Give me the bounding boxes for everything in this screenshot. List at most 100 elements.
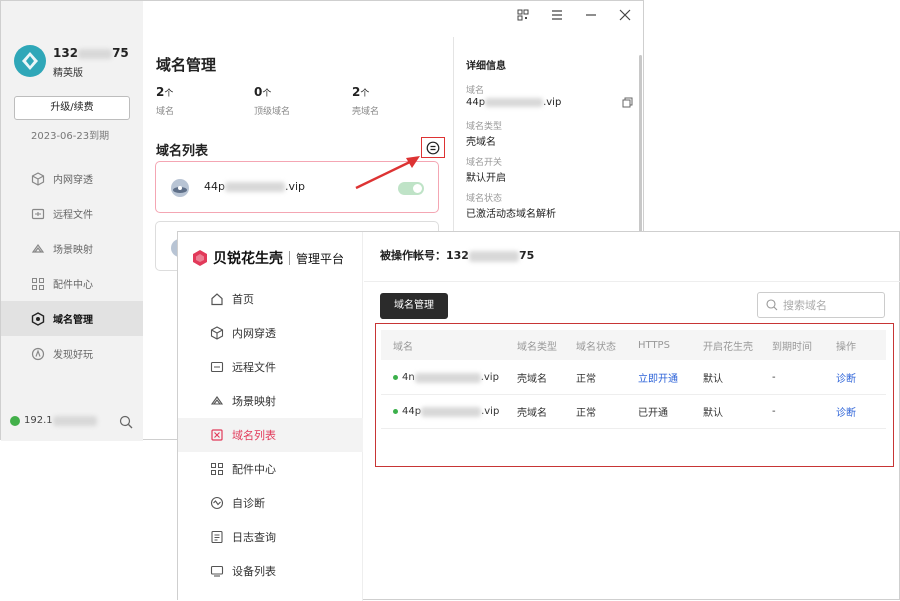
copy-icon[interactable]: [622, 97, 633, 108]
folder-icon: [31, 208, 45, 219]
row-domain: 4n .vip: [393, 361, 499, 394]
web-nav-item-tunnel[interactable]: 内网穿透: [178, 316, 363, 350]
web-nav-item-devices[interactable]: 设备列表: [178, 554, 363, 588]
qr-code-icon[interactable]: [515, 7, 531, 23]
web-nav-label: 场景映射: [232, 395, 276, 408]
minimize-icon[interactable]: [583, 7, 599, 23]
https-enable-link[interactable]: 立即开通: [638, 361, 678, 394]
web-nav-item-diagnose[interactable]: 自诊断: [178, 486, 363, 520]
brand-logo-icon: [193, 250, 207, 266]
diagnose-link[interactable]: 诊断: [836, 361, 856, 394]
col-type: 域名类型: [517, 341, 557, 353]
panel-divider: [453, 37, 454, 237]
web-nav-item-scene[interactable]: 场景映射: [178, 384, 363, 418]
client-nav-item-domain[interactable]: 域名管理: [1, 301, 143, 336]
client-nav-item-files[interactable]: 远程文件: [1, 196, 143, 231]
upgrade-button[interactable]: 升级/续费: [14, 96, 130, 120]
domain-list-title: 域名列表: [156, 144, 209, 159]
scrollbar[interactable]: [639, 55, 642, 235]
brand: 贝锐花生壳 管理平台: [192, 248, 344, 268]
detail-label: 域名类型: [466, 122, 503, 132]
col-action: 操作: [836, 341, 856, 353]
web-nav-label: 首页: [232, 293, 254, 306]
detail-value: 默认开启: [466, 173, 506, 184]
expire-date: 2023-06-23到期: [31, 131, 110, 142]
client-nav-label: 内网穿透: [53, 175, 93, 186]
online-dot: [10, 415, 20, 426]
col-status: 域名状态: [576, 341, 616, 353]
client-nav: 内网穿透 远程文件 场景映射 配件中心 域名管理 发现好玩: [1, 161, 143, 371]
ip-status: 192.1: [10, 415, 97, 426]
ip-prefix: 192.1: [24, 415, 53, 426]
diagnose-icon: [210, 496, 224, 510]
grid-icon: [211, 463, 223, 475]
web-nav-item-domain-list[interactable]: 域名列表: [178, 418, 363, 452]
web-admin-window: 贝锐花生壳 管理平台 首页 内网穿透 远程文件 场景映射 域名列表 配件中心 自…: [177, 231, 900, 601]
col-https: HTTPS: [638, 339, 670, 351]
globe-icon: [31, 171, 45, 186]
folder-icon: [210, 361, 224, 373]
diagnose-link[interactable]: 诊断: [836, 395, 856, 428]
row-expire: -: [772, 406, 776, 417]
log-icon: [211, 530, 223, 544]
web-nav-item-logs[interactable]: 日志查询: [178, 520, 363, 554]
row-domain: 44p .vip: [393, 395, 499, 428]
edition-label: 精英版: [53, 68, 83, 79]
stat-label: 域名: [156, 107, 175, 117]
user-phone: 132 75: [53, 46, 129, 60]
web-nav-item-accessories[interactable]: 配件中心: [178, 452, 363, 486]
web-nav-item-files[interactable]: 远程文件: [178, 350, 363, 384]
home-icon: [211, 293, 223, 306]
table-row: 44p .vip 壳域名 正常 已开通 默认 - 诊断: [381, 395, 886, 429]
menu-icon[interactable]: [549, 7, 565, 23]
web-nav-label: 远程文件: [232, 361, 276, 374]
web-nav: 首页 内网穿透 远程文件 场景映射 域名列表 配件中心 自诊断 日志查询 设备列…: [178, 282, 363, 588]
client-nav-item-discover[interactable]: 发现好玩: [1, 336, 143, 371]
client-nav-item-accessories[interactable]: 配件中心: [1, 266, 143, 301]
detail-label: 域名: [466, 86, 485, 96]
web-nav-item-home[interactable]: 首页: [178, 282, 363, 316]
web-nav-label: 配件中心: [232, 463, 276, 476]
col-expire: 到期时间: [772, 341, 812, 353]
table-row: 4n .vip 壳域名 正常 立即开通 默认 - 诊断: [381, 361, 886, 395]
header-divider: [364, 281, 900, 282]
status-dot: [393, 409, 398, 414]
web-nav-label: 自诊断: [232, 497, 265, 510]
web-nav-label: 日志查询: [232, 531, 276, 544]
search-input[interactable]: 搜索域名: [757, 292, 885, 318]
client-sidebar: 132 75 精英版 升级/续费 2023-06-23到期 内网穿透 远程文件 场…: [1, 1, 143, 441]
row-expire: -: [772, 372, 776, 383]
client-nav-label: 域名管理: [53, 315, 93, 326]
row-status: 正常: [576, 408, 596, 419]
discover-icon: [31, 347, 45, 360]
app-logo: [14, 45, 46, 77]
ip-search-icon[interactable]: [119, 415, 133, 429]
domain-name: 44p .vip: [204, 180, 306, 193]
detail-title: 详细信息: [466, 61, 506, 72]
row-type: 壳域名: [517, 374, 547, 385]
stat-shell-domains: 2个: [352, 85, 370, 99]
domain-disc-icon: [171, 179, 189, 197]
web-sidebar: 贝锐花生壳 管理平台 首页 内网穿透 远程文件 场景映射 域名列表 配件中心 自…: [178, 232, 363, 601]
search-placeholder: 搜索域名: [783, 299, 827, 312]
web-nav-label: 设备列表: [232, 565, 276, 578]
client-nav-label: 远程文件: [53, 210, 93, 221]
row-type: 壳域名: [517, 408, 547, 419]
detail-value: 壳域名: [466, 137, 496, 148]
col-domain: 域名: [393, 341, 413, 353]
web-nav-label: 内网穿透: [232, 327, 276, 340]
page-title: 域名管理: [156, 56, 217, 74]
domain-manage-tab-button[interactable]: 域名管理: [380, 293, 448, 319]
stat-label: 壳域名: [352, 107, 380, 117]
client-nav-item-scene[interactable]: 场景映射: [1, 231, 143, 266]
close-icon[interactable]: [617, 7, 633, 23]
row-status: 正常: [576, 374, 596, 385]
operated-account: 被操作帐号：132 75: [380, 249, 535, 262]
stat-domains: 2个: [156, 85, 174, 99]
client-nav-item-tunnel[interactable]: 内网穿透: [1, 161, 143, 196]
detail-label: 域名状态: [466, 194, 503, 204]
detail-value-domain: 44p .vip: [466, 97, 562, 108]
stat-label: 顶级域名: [254, 107, 291, 117]
web-nav-label: 域名列表: [232, 429, 276, 442]
row-enabled: 默认: [703, 408, 723, 419]
